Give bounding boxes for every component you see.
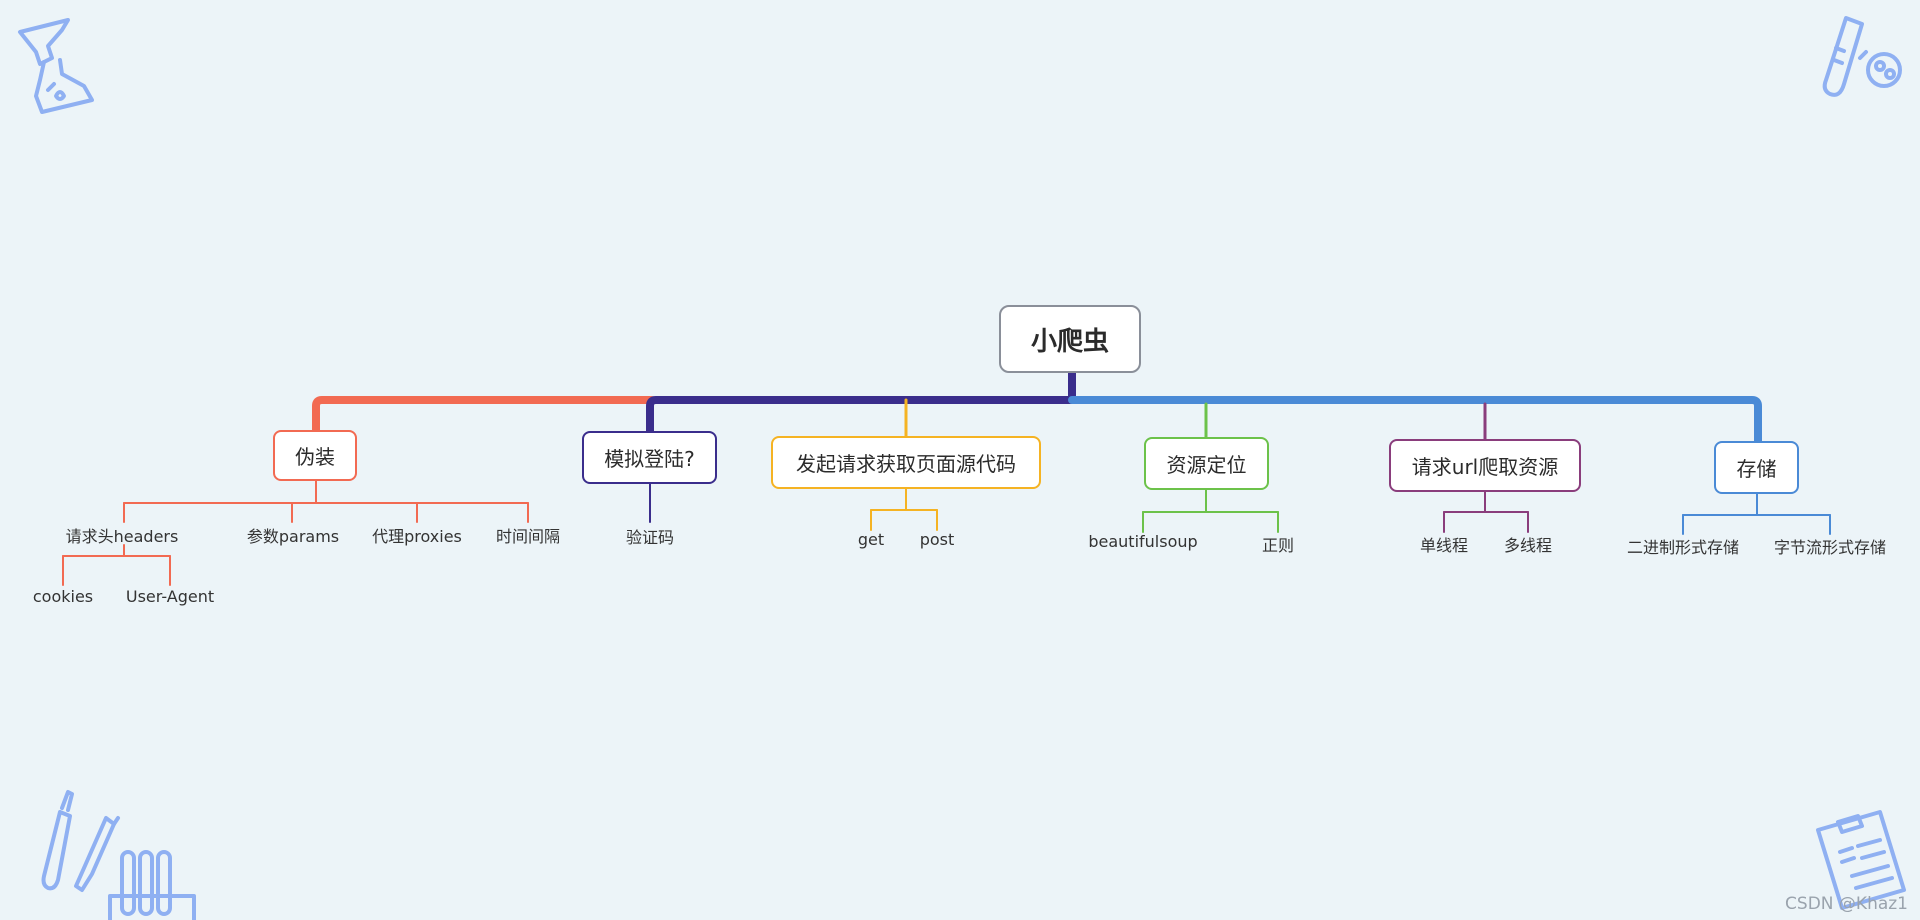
funnel-flask-icon <box>18 18 94 114</box>
leaf-time-interval[interactable]: 时间间隔 <box>496 523 560 547</box>
leaf-beautifulsoup[interactable]: beautifulsoup <box>1088 532 1197 551</box>
dropper-test-tubes-icon <box>41 790 196 920</box>
branch-node-locate[interactable]: 资源定位 <box>1144 437 1269 490</box>
leaf-post[interactable]: post <box>920 530 955 549</box>
watermark: CSDN @Khaz1 <box>1785 894 1908 914</box>
leaf-cookies[interactable]: cookies <box>33 587 93 606</box>
leaf-proxies[interactable]: 代理proxies <box>372 523 462 547</box>
backbone-right <box>1068 396 1762 446</box>
branch-node-disguise[interactable]: 伪装 <box>273 430 357 481</box>
leaf-captcha[interactable]: 验证码 <box>626 524 674 548</box>
backbone-login <box>646 396 1076 437</box>
branch-node-login[interactable]: 模拟登陆? <box>582 431 717 484</box>
branch-node-storage[interactable]: 存储 <box>1714 441 1799 494</box>
leaf-bytestream-storage[interactable]: 字节流形式存储 <box>1774 534 1886 558</box>
leaf-multi-thread[interactable]: 多线程 <box>1504 532 1552 556</box>
leaf-regex[interactable]: 正则 <box>1262 532 1294 556</box>
leaf-headers[interactable]: 请求头headers <box>66 523 179 547</box>
root-node[interactable]: 小爬虫 <box>999 305 1141 373</box>
branch-node-crawl[interactable]: 请求url爬取资源 <box>1389 439 1581 492</box>
thermometer-petri-icon <box>1822 16 1902 97</box>
leaf-get[interactable]: get <box>858 530 884 549</box>
backbone-disguise <box>312 396 656 434</box>
leaf-user-agent[interactable]: User-Agent <box>126 587 214 606</box>
branch-node-request[interactable]: 发起请求获取页面源代码 <box>771 436 1041 489</box>
leaf-params[interactable]: 参数params <box>247 523 339 547</box>
leaf-binary-storage[interactable]: 二进制形式存储 <box>1627 534 1739 558</box>
leaf-single-thread[interactable]: 单线程 <box>1420 532 1468 556</box>
